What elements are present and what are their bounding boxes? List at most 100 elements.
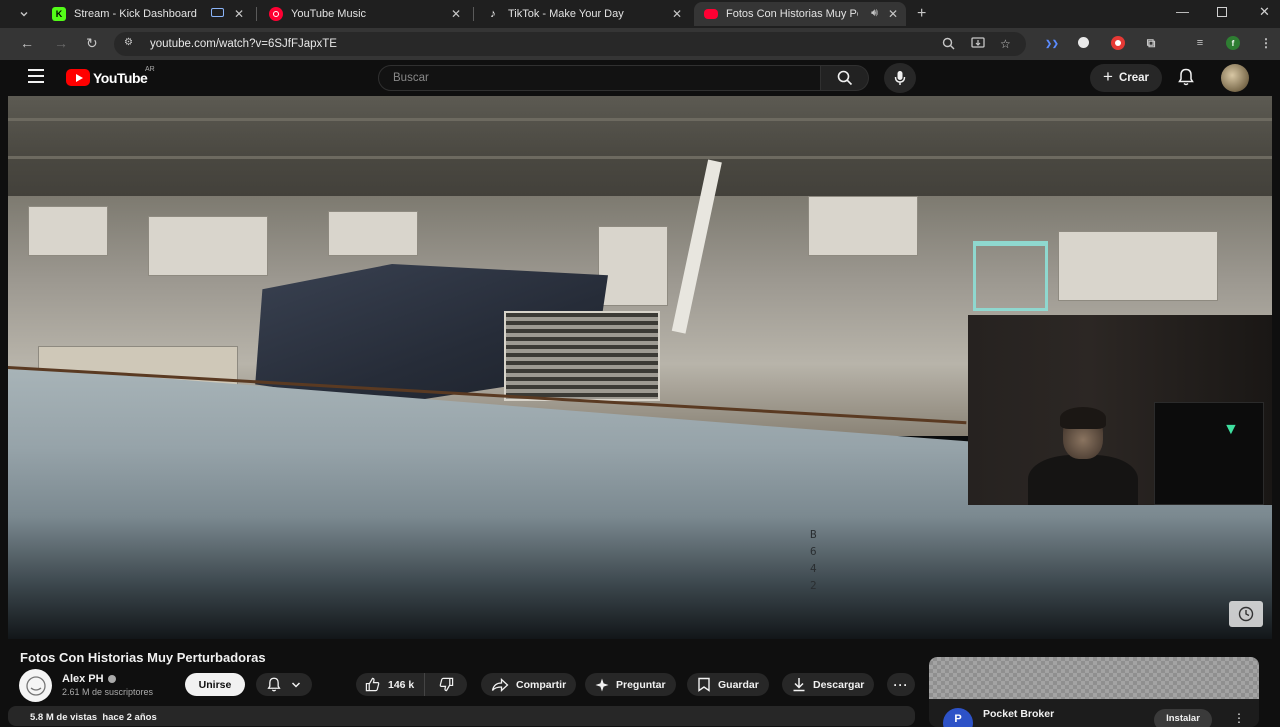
tab-tiktok[interactable]: ♪ TikTok - Make Your Day ✕ [476,2,690,26]
youtube-logo[interactable]: YouTube AR [66,66,155,86]
save-button[interactable]: Guardar [687,673,769,696]
media-controls-icon[interactable]: ≡ [1193,36,1207,50]
close-tab-icon[interactable]: ✕ [451,7,461,21]
search-button[interactable] [821,65,869,91]
hull-number-char: 6 [810,545,817,558]
channel-avatar[interactable] [19,669,52,702]
tab-separator [256,7,257,21]
notifications-button[interactable] [1178,68,1194,91]
save-label: Guardar [718,678,759,691]
video-frame-railing [973,241,1048,311]
webcam-person-hair [1060,407,1106,429]
hull-number-char: 2 [810,579,817,592]
account-avatar[interactable] [1221,64,1249,92]
maximize-button[interactable] [1217,4,1227,17]
browser-toolbar: ← → ↻ ⚙ youtube.com/watch?v=6SJfFJapxTE … [0,28,1280,60]
dislike-button[interactable] [425,673,467,696]
subscriber-count: 2.61 M de suscriptores [62,687,154,697]
extension-icon[interactable]: ❯❯ [1045,36,1059,50]
video-frame-vent [504,311,660,401]
join-button[interactable]: Unirse [185,673,245,696]
channel-logo-icon [25,675,46,696]
url-text[interactable]: youtube.com/watch?v=6SJfFJapxTE [150,38,337,50]
more-actions-button[interactable]: ··· [887,673,915,696]
share-button[interactable]: Compartir [481,673,577,696]
sparkle-icon [595,678,609,691]
tab-search-button[interactable] [12,3,36,25]
tab-title: TikTok - Make Your Day [508,8,624,20]
youtube-wordmark: YouTube [93,69,148,86]
cast-icon [211,8,224,17]
close-tab-icon[interactable]: ✕ [234,7,244,21]
ad-thumbnail[interactable] [929,657,1259,699]
verified-badge-icon [107,675,116,683]
tab-youtube-video[interactable]: Fotos Con Historias Muy Pe 🔊︎ ✕ [694,2,906,26]
download-label: Descargar [813,678,865,691]
tab-kick[interactable]: K Stream - Kick Dashboard ✕ [42,2,252,26]
player-timer-button[interactable] [1229,601,1263,627]
hull-number: B 6 4 2 [810,526,817,594]
back-button[interactable]: ← [20,35,34,51]
youtube-music-icon [269,7,283,21]
youtube-icon [704,9,718,19]
bookmark-star-icon[interactable]: ☆ [1000,37,1011,51]
hull-number-char: B [810,528,817,541]
webcam-overlay: ▼ [968,315,1272,505]
channel-name[interactable]: Alex PH [62,673,104,685]
close-tab-icon[interactable]: ✕ [888,7,898,21]
search-input[interactable] [378,65,821,91]
bell-icon [267,677,281,692]
channel-name-row[interactable]: Alex PH [62,673,116,685]
microphone-icon [894,71,906,85]
extension-icon[interactable] [1111,36,1125,50]
reload-button[interactable]: ↻ [86,35,98,52]
profile-avatar[interactable]: f [1226,36,1240,50]
forward-button[interactable]: → [54,35,68,51]
description-box[interactable]: 5.8 M de vistas hace 2 años [8,706,915,726]
share-label: Compartir [516,678,567,691]
create-button[interactable]: + Crear [1090,64,1162,92]
video-player[interactable]: B 6 4 2 ▼ [8,96,1272,639]
like-button[interactable]: 146 k [356,673,426,696]
close-tab-icon[interactable]: ✕ [672,7,682,21]
hamburger-menu-icon[interactable] [28,69,44,83]
ad-more-icon[interactable]: ⋮ [1233,711,1245,725]
install-app-icon[interactable] [971,37,985,53]
hull-number-char: 4 [810,562,817,575]
site-info-icon[interactable]: ⚙ [124,37,138,51]
voice-search-button[interactable] [884,63,916,93]
share-icon [491,677,509,692]
extension-icon[interactable] [1078,37,1089,48]
more-horizontal-icon: ··· [893,677,909,692]
search-icon [837,70,852,86]
minimize-button[interactable]: — [1176,4,1189,19]
download-button[interactable]: Descargar [782,673,875,696]
close-window-button[interactable]: ✕ [1259,4,1270,20]
tab-title: Stream - Kick Dashboard [74,8,197,20]
audio-playing-icon[interactable]: 🔊︎ [871,7,878,20]
youtube-play-icon [66,69,90,86]
browser-tab-bar: K Stream - Kick Dashboard ✕ YouTube Musi… [0,0,1280,28]
browser-menu-icon[interactable]: ⋮ [1259,36,1273,50]
extensions-puzzle-icon[interactable]: ⧉ [1144,36,1158,50]
ask-label: Preguntar [616,678,666,691]
ask-button[interactable]: Preguntar [585,673,676,696]
subscription-bell-button[interactable] [256,673,312,696]
tab-youtube-music[interactable]: YouTube Music ✕ [259,2,469,26]
thumbs-up-icon [365,677,380,692]
ad-install-button[interactable]: Instalar [1154,709,1212,727]
chevron-down-icon [291,681,301,688]
ad-advertiser-name[interactable]: Pocket Broker [983,708,1054,720]
kick-icon: K [52,7,66,21]
clock-icon [1238,606,1254,622]
webcam-person-body [1028,455,1138,505]
chevron-down-icon [20,12,28,17]
ad-panel[interactable]: P Pocket Broker Instalar ⋮ [929,657,1259,727]
new-tab-button[interactable]: + [917,5,926,23]
region-code: AR [145,66,155,73]
zoom-icon[interactable] [942,37,955,53]
bell-icon [1178,68,1194,86]
address-bar[interactable]: ⚙ youtube.com/watch?v=6SJfFJapxTE ☆ [114,32,1026,56]
ad-advertiser-logo: P [943,708,973,727]
webcam-pc-case [1154,402,1264,505]
